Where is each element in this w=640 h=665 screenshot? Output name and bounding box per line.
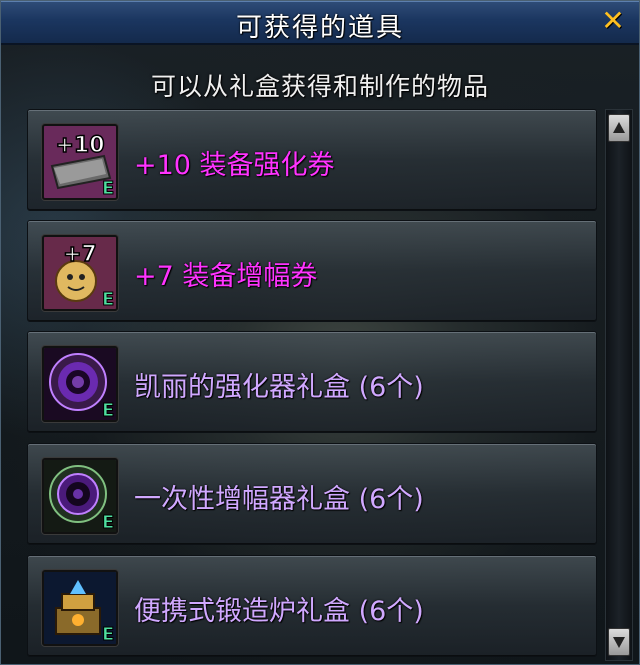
svg-text:E: E [102,400,114,420]
item-label: +7 装备增幅券 [134,261,318,292]
list-item[interactable]: +10 E +10 装备强化券 [27,109,597,211]
svg-text:E: E [102,178,114,198]
list-item[interactable]: E 凯丽的强化器礼盒 (6个) [27,331,597,433]
item-label: 凯丽的强化器礼盒 (6个) [134,372,424,403]
upgrade-ticket-plus10-icon: +10 E [42,124,118,200]
scroll-down-icon[interactable] [608,628,630,656]
item-label: 一次性增幅器礼盒 (6个) [134,484,424,515]
close-icon[interactable]: ✕ [599,7,627,35]
window-title: 可获得的道具 [235,13,404,43]
list-item[interactable]: E 便携式锻造炉礼盒 (6个) [27,555,597,657]
scrollbar[interactable] [605,109,633,661]
svg-text:E: E [102,624,114,644]
kelly-enhancer-box-icon: E [42,346,118,422]
item-label: +10 装备强化券 [134,150,335,181]
list-item[interactable]: +7 E +7 装备增幅券 [27,220,597,322]
list-item[interactable]: E 一次性增幅器礼盒 (6个) [27,443,597,545]
amplifier-box-icon: E [42,458,118,534]
svg-text:E: E [102,289,114,309]
list-subtitle: 可以从礼盒获得和制作的物品 [150,72,489,101]
title-bar: 可获得的道具 ✕ [1,1,639,45]
forge-box-icon: E [42,570,118,646]
amplify-ticket-plus7-icon: +7 E [42,235,118,311]
svg-text:E: E [102,512,114,532]
svg-text:+7: +7 [63,242,97,267]
svg-text:+10: +10 [55,133,104,158]
item-label: 便携式锻造炉礼盒 (6个) [134,596,424,627]
available-items-window: 可获得的道具 ✕ 可以从礼盒获得和制作的物品 +10 E +10 装备强化券 +… [0,0,640,665]
scroll-up-icon[interactable] [608,114,630,142]
